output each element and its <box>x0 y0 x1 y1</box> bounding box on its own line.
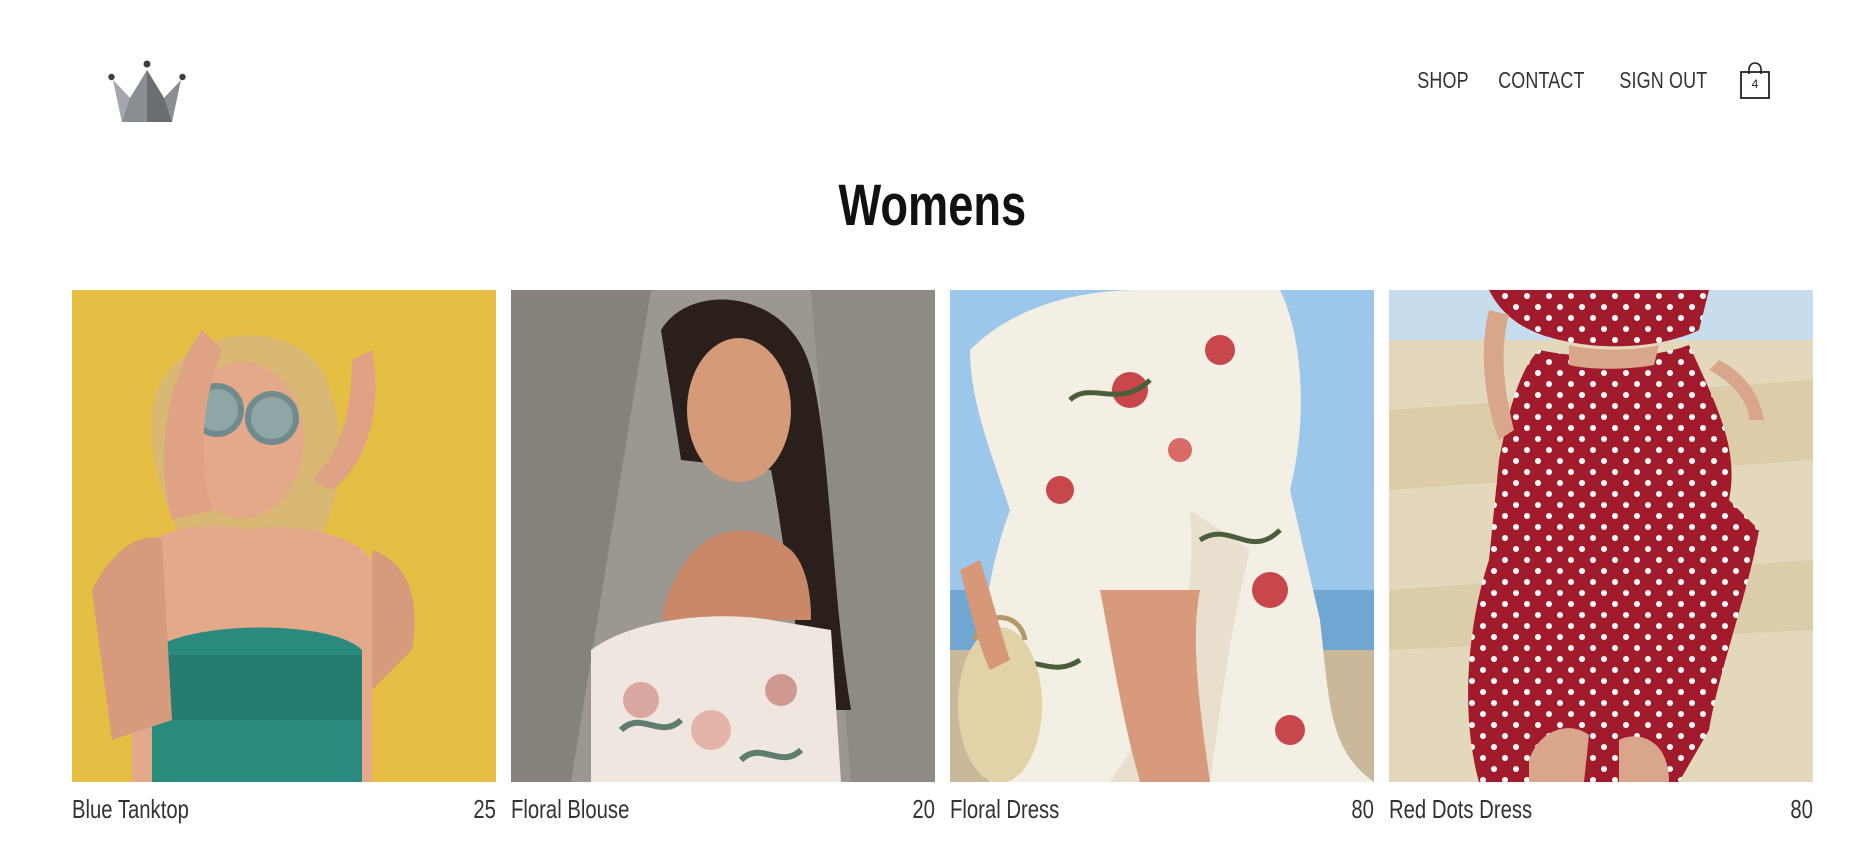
product-meta: Floral Dress 80 <box>950 794 1374 824</box>
product-grid: Blue Tanktop 25 Floral Blouse 20 Floral … <box>72 290 1813 824</box>
nav-sign-out-link[interactable]: SIGN OUT <box>1620 67 1708 94</box>
product-image[interactable] <box>1389 290 1813 782</box>
product-image[interactable] <box>950 290 1374 782</box>
product-card[interactable]: Blue Tanktop 25 <box>72 290 496 824</box>
product-name: Floral Blouse <box>511 793 630 824</box>
page-title: Womens <box>0 172 1864 239</box>
product-name: Blue Tanktop <box>72 793 189 824</box>
nav-contact-link[interactable]: CONTACT <box>1499 67 1585 94</box>
product-card[interactable]: Floral Blouse 20 <box>511 290 935 824</box>
product-price: 20 <box>912 793 935 824</box>
site-header: SHOP CONTACT SIGN OUT 4 <box>0 0 1864 140</box>
product-image[interactable] <box>72 290 496 782</box>
product-name: Red Dots Dress <box>1389 793 1533 824</box>
product-name: Floral Dress <box>950 793 1060 824</box>
product-image[interactable] <box>511 290 935 782</box>
product-price: 80 <box>1351 793 1374 824</box>
product-meta: Blue Tanktop 25 <box>72 794 496 824</box>
product-meta: Floral Blouse 20 <box>511 794 935 824</box>
cart-count: 4 <box>1751 77 1759 91</box>
nav-shop-link[interactable]: SHOP <box>1418 67 1469 94</box>
main-nav: SHOP CONTACT SIGN OUT 4 <box>1400 60 1772 100</box>
product-card[interactable]: Red Dots Dress 80 <box>1389 290 1813 824</box>
cart-button[interactable]: 4 <box>1738 60 1772 100</box>
crown-logo-icon[interactable] <box>108 60 186 122</box>
product-price: 80 <box>1790 793 1813 824</box>
product-price: 25 <box>473 793 496 824</box>
product-card[interactable]: Floral Dress 80 <box>950 290 1374 824</box>
page-title-text: Womens <box>838 173 1026 238</box>
product-meta: Red Dots Dress 80 <box>1389 794 1813 824</box>
